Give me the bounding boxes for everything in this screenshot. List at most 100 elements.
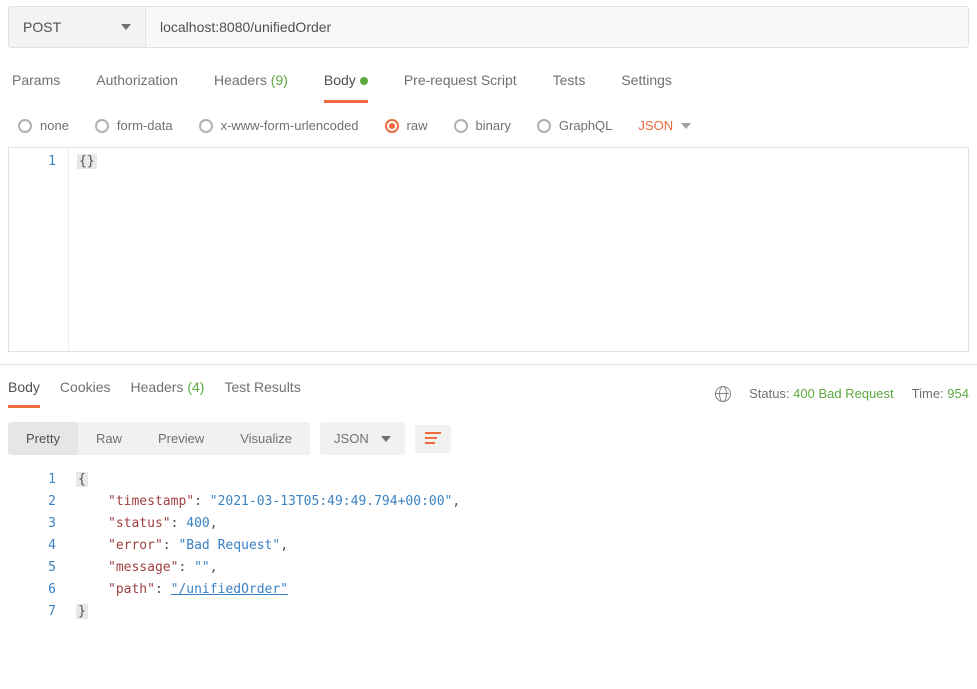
code-token: { [76, 472, 88, 487]
request-body-editor[interactable]: 1 {} [8, 147, 969, 352]
tab-body[interactable]: Body [324, 72, 368, 103]
code-token: , [452, 494, 460, 509]
method-select[interactable]: POST [8, 6, 146, 48]
radio-form-data[interactable]: form-data [95, 118, 173, 133]
chevron-down-icon [121, 24, 131, 30]
code-token: : [155, 582, 171, 597]
radio-urlencoded[interactable]: x-www-form-urlencoded [199, 118, 359, 133]
wrap-icon [425, 432, 441, 446]
code-token: "Bad Request" [178, 538, 280, 553]
code-token: : [163, 538, 179, 553]
line-number: 1 [9, 154, 56, 169]
tab-settings[interactable]: Settings [621, 72, 672, 103]
tab-authorization[interactable]: Authorization [96, 72, 178, 103]
radio-binary-label: binary [476, 118, 511, 133]
tab-prerequest[interactable]: Pre-request Script [404, 72, 517, 103]
time-label: Time: [912, 386, 944, 401]
code-token: , [280, 538, 288, 553]
wrap-lines-button[interactable] [415, 425, 451, 453]
body-indicator-dot-icon [360, 77, 368, 85]
request-tabs: Params Authorization Headers (9) Body Pr… [0, 54, 977, 104]
tab-params-label: Params [12, 72, 60, 88]
view-visualize-label: Visualize [240, 431, 292, 446]
tab-headers-label: Headers [214, 72, 267, 88]
tab-headers[interactable]: Headers (9) [214, 72, 288, 103]
code-token: "path" [108, 582, 155, 597]
rtab-headers-label: Headers [131, 379, 184, 395]
code-token: : [178, 560, 194, 575]
view-pretty-label: Pretty [26, 431, 60, 446]
tab-params[interactable]: Params [12, 72, 60, 103]
tab-tests-label: Tests [553, 72, 586, 88]
response-tab-body[interactable]: Body [8, 379, 40, 408]
radio-none[interactable]: none [18, 118, 69, 133]
code-token: "2021-03-13T05:49:49.794+00:00" [210, 494, 453, 509]
code-token: , [210, 516, 218, 531]
request-bar: POST [0, 0, 977, 54]
time-block[interactable]: Time: 954 [912, 386, 969, 401]
code-token: "message" [108, 560, 178, 575]
code-text: {} [77, 154, 97, 169]
radio-binary[interactable]: binary [454, 118, 511, 133]
editor-gutter: 1 [9, 148, 69, 351]
body-format-select[interactable]: JSON [638, 118, 691, 133]
response-meta: Status: 400 Bad Request Time: 954 [715, 386, 969, 402]
code-token: : [171, 516, 187, 531]
view-raw-button[interactable]: Raw [78, 422, 140, 455]
response-format-label: JSON [334, 431, 369, 446]
view-pretty-button[interactable]: Pretty [8, 422, 78, 455]
radio-icon [95, 119, 109, 133]
view-preview-label: Preview [158, 431, 204, 446]
line-number: 4 [8, 535, 56, 557]
code-token: "status" [108, 516, 171, 531]
code-token: "/unifiedOrder" [171, 582, 288, 597]
code-token: } [76, 604, 88, 619]
view-visualize-button[interactable]: Visualize [222, 422, 310, 455]
globe-icon[interactable] [715, 386, 731, 402]
radio-graphql-label: GraphQL [559, 118, 612, 133]
view-preview-button[interactable]: Preview [140, 422, 222, 455]
response-gutter: 1 2 3 4 5 6 7 [8, 469, 68, 623]
response-format-select[interactable]: JSON [320, 422, 405, 455]
response-tabs: Body Cookies Headers (4) Test Results St… [0, 365, 977, 408]
line-number: 3 [8, 513, 56, 535]
view-mode-group: Pretty Raw Preview Visualize [8, 422, 310, 455]
code-token: 400 [186, 516, 209, 531]
time-value: 954 [947, 386, 969, 401]
url-input[interactable] [146, 6, 969, 48]
chevron-down-icon [681, 123, 691, 129]
radio-raw[interactable]: raw [385, 118, 428, 133]
editor-content[interactable]: {} [69, 148, 968, 351]
chevron-down-icon [381, 436, 391, 442]
response-body-editor[interactable]: 1 2 3 4 5 6 7 { "timestamp": "2021-03-13… [8, 469, 969, 623]
response-code[interactable]: { "timestamp": "2021-03-13T05:49:49.794+… [68, 469, 969, 623]
radio-icon [199, 119, 213, 133]
radio-icon [454, 119, 468, 133]
radio-graphql[interactable]: GraphQL [537, 118, 612, 133]
body-format-label: JSON [638, 118, 673, 133]
rtab-headers-count: (4) [187, 379, 204, 395]
tab-headers-count: (9) [271, 72, 288, 88]
tab-body-label: Body [324, 72, 356, 88]
line-number: 1 [8, 469, 56, 491]
radio-icon [18, 119, 32, 133]
radio-formdata-label: form-data [117, 118, 173, 133]
code-token: , [210, 560, 218, 575]
line-number: 5 [8, 557, 56, 579]
code-token: "error" [108, 538, 163, 553]
status-block[interactable]: Status: 400 Bad Request [749, 386, 894, 401]
response-tab-cookies[interactable]: Cookies [60, 379, 111, 408]
tab-settings-label: Settings [621, 72, 672, 88]
tab-prerequest-label: Pre-request Script [404, 72, 517, 88]
tab-tests[interactable]: Tests [553, 72, 586, 103]
tab-auth-label: Authorization [96, 72, 178, 88]
response-tab-testresults[interactable]: Test Results [224, 379, 300, 408]
response-tab-headers[interactable]: Headers (4) [131, 379, 205, 408]
code-token: "" [194, 560, 210, 575]
radio-none-label: none [40, 118, 69, 133]
code-token: "timestamp" [108, 494, 194, 509]
line-number: 6 [8, 579, 56, 601]
radio-icon [385, 119, 399, 133]
radio-icon [537, 119, 551, 133]
rtab-tests-label: Test Results [224, 379, 300, 395]
